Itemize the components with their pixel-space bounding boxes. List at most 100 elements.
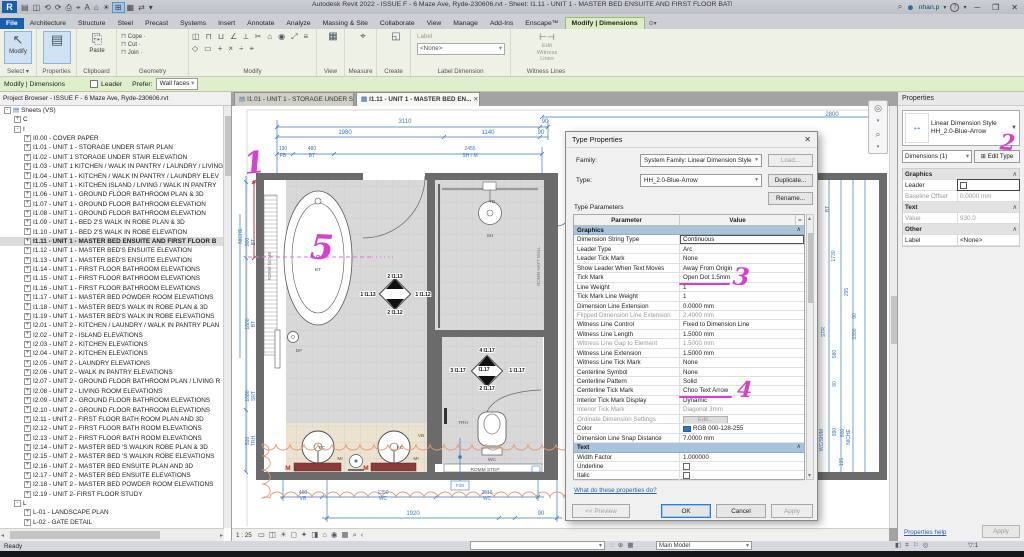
parameter-row[interactable]: Centerline Tick MarkChoo Text Arrow [574,386,804,395]
properties-row[interactable]: Baseline Offset0.0000 mm [903,191,1019,202]
tree-item[interactable]: +I2.14 - UNIT 2 - MASTER BED 'S WALKIN R… [0,443,224,452]
modify-tool-icon[interactable]: × [228,44,233,54]
view-tab-inactive[interactable]: ▤I1.01 - UNIT 1 - STORAGE UNDER S... [234,92,354,106]
tree-item[interactable]: +I1.09 - UNIT 1 - BED 2'S WALK IN ROBE P… [0,218,224,227]
preview-button[interactable]: << Preview [572,504,630,518]
expand-icon[interactable]: + [24,172,31,179]
expand-icon[interactable]: + [24,434,31,441]
expand-icon[interactable]: + [24,341,31,348]
parameter-row[interactable]: Show Leader When Text MovesAway From Ori… [574,264,804,273]
filter-icon[interactable]: ▽:1 [968,542,978,549]
parameter-row[interactable]: Leader TypeArc [574,245,804,254]
default-3d-view-icon[interactable]: ⌂ [92,3,101,12]
ribbon-tab-massing-site[interactable]: Massing & Site [317,18,374,29]
ribbon-tab-manage[interactable]: Manage [447,18,484,29]
geometry-tool-cope[interactable]: ⊓ Cope · [121,33,146,41]
expand-icon[interactable]: + [24,453,31,460]
tree-item[interactable]: +I2.16 - UNIT 2 - MASTER BED ENSUITE PLA… [0,462,224,471]
parameter-row[interactable]: Tick Mark Line Weight1 [574,292,804,301]
collapse-icon[interactable]: - [14,500,21,507]
collapse-icon[interactable]: - [4,107,11,114]
restore-button[interactable]: ❐ [988,3,1003,12]
expand-icon[interactable]: + [24,369,31,376]
geometry-tool-join[interactable]: ⊓ Join · [121,49,146,57]
properties-row[interactable]: Label<None> [903,235,1019,246]
expand-icon[interactable]: + [24,238,31,245]
create-tools-icon[interactable]: ◱ [382,31,410,64]
expand-icon[interactable]: + [24,322,31,329]
family-dropdown[interactable]: System Family: Linear Dimension Style▾ [640,154,762,167]
parameter-row[interactable]: Leader Tick MarkNone [574,254,804,263]
rename-button[interactable]: Rename... [768,192,813,205]
modify-tool-icon[interactable]: ⊓ [206,32,212,42]
parameter-row[interactable]: Centerline PatternSolid [574,377,804,386]
schedule-icon[interactable]: ▦ [125,3,137,12]
tree-item[interactable]: +I2.05 - UNIT 2 - LAUNDRY ELEVATIONS [0,359,224,368]
status-icon[interactable]: ⌗ [903,542,911,549]
expand-icon[interactable]: + [24,135,31,142]
chevron-down-icon[interactable]: ▾ [877,116,880,126]
properties-section-other[interactable]: Other∧ [903,224,1019,235]
tag-box-small[interactable] [532,466,540,472]
parameter-row[interactable]: Italic [574,471,804,480]
redo-icon[interactable]: ⟳ [53,3,64,12]
tree-item[interactable]: +I1.04 - UNIT 1 - KITCHEN / WALK IN PANT… [0,172,224,181]
tree-item[interactable]: +I1.16 - UNIT 1 - FIRST FLOOR BATHROOM E… [0,284,224,293]
ribbon-tab-systems[interactable]: Systems [174,18,212,29]
type-properties-dialog[interactable]: Type Properties ✕ Family: System Family:… [565,131,818,521]
canvas-vscrollbar[interactable] [889,106,897,528]
modify-tool-icon[interactable]: ◉ [278,32,285,42]
tree-item[interactable]: -I [0,125,224,134]
tree-item[interactable]: +I1.14 - UNIT 1 - FIRST FLOOR BATHROOM E… [0,265,224,274]
properties-apply-button[interactable]: Apply [982,525,1020,538]
expand-icon[interactable]: + [24,472,31,479]
tree-item[interactable]: +I2.01 - UNIT 2 - KITCHEN / LAUNDRY / WA… [0,321,224,330]
undo-icon[interactable]: ⟲ [42,3,53,12]
view-control-icon[interactable]: ‹ [359,530,366,539]
parameter-row[interactable]: Witness Line Gap to Element1.5000 mm [574,339,804,348]
dialog-help-link[interactable]: What do these properties do? [574,487,657,494]
project-browser-title[interactable]: Project Browser - ISSUE F - 6 Maze Ave, … [0,92,231,106]
expand-icon[interactable]: + [14,116,21,123]
ribbon-tab-precast[interactable]: Precast [139,18,174,29]
parameter-row[interactable]: Witness Line ControlFixed to Dimension L… [574,320,804,329]
load-button[interactable]: Load... [768,154,813,167]
expand-icon[interactable]: + [24,481,31,488]
parameter-row[interactable]: Witness Line Extension1.5000 mm [574,349,804,358]
print-icon[interactable]: ⎙ [64,3,74,12]
tree-item[interactable]: +I1.15 - UNIT 1 - FIRST FLOOR BATHROOM E… [0,274,224,283]
expand-icon[interactable]: + [24,406,31,413]
parameter-row[interactable]: Centerline SymbolNone [574,368,804,377]
close-inactive-views-icon[interactable]: ⊞ [112,2,125,13]
save-icon[interactable]: ◫ [31,3,43,12]
ribbon-tab-modify-dimensions[interactable]: Modify | Dimensions [565,17,645,29]
expand-icon[interactable]: + [24,313,31,320]
chevron-down-icon[interactable]: ▾ [963,4,966,11]
expand-icon[interactable]: + [24,257,31,264]
chevron-down-icon[interactable]: ▾ [943,4,946,11]
modify-tool-icon[interactable]: ÷ [239,44,243,54]
tree-item[interactable]: +I1.13 - UNIT 1 - MASTER BED'S ENSUITE E… [0,256,224,265]
ribbon-tab-structure[interactable]: Structure [72,18,112,29]
view-control-icon[interactable]: ⌂ [320,530,329,539]
status-icon[interactable]: ◌ [608,542,616,549]
expand-icon[interactable]: + [24,210,31,217]
expand-icon[interactable]: + [24,200,31,207]
duplicate-button[interactable]: Duplicate... [768,174,813,187]
tree-item[interactable]: +I0.00 - COVER PAPER [0,134,224,143]
paste-button[interactable]: ⎘Paste [83,31,111,64]
expand-icon[interactable]: + [24,228,31,235]
leader-checkbox[interactable] [90,80,98,88]
geometry-tool-cut[interactable]: ⊓ Cut · [121,41,146,49]
open-icon[interactable]: ▤ [19,3,31,12]
ribbon-tab-insert[interactable]: Insert [212,18,241,29]
tree-item[interactable]: +I1.19 - UNIT 1 - MASTER BED'S WALK IN R… [0,312,224,321]
parameter-row[interactable]: Dimension Line Extension0.0000 mm [574,302,804,311]
view-scale[interactable]: 1 : 25 [236,532,252,539]
expand-icon[interactable]: + [24,182,31,189]
expand-icon[interactable]: + [24,388,31,395]
view-control-icon[interactable]: ◫ [267,530,278,539]
measure-tools-icon[interactable]: ⌖ [349,31,377,64]
tree-item[interactable]: +I2.08 - UNIT 2 - LIVING ROOM ELEVATIONS [0,387,224,396]
parameter-row[interactable]: Underline [574,462,804,471]
